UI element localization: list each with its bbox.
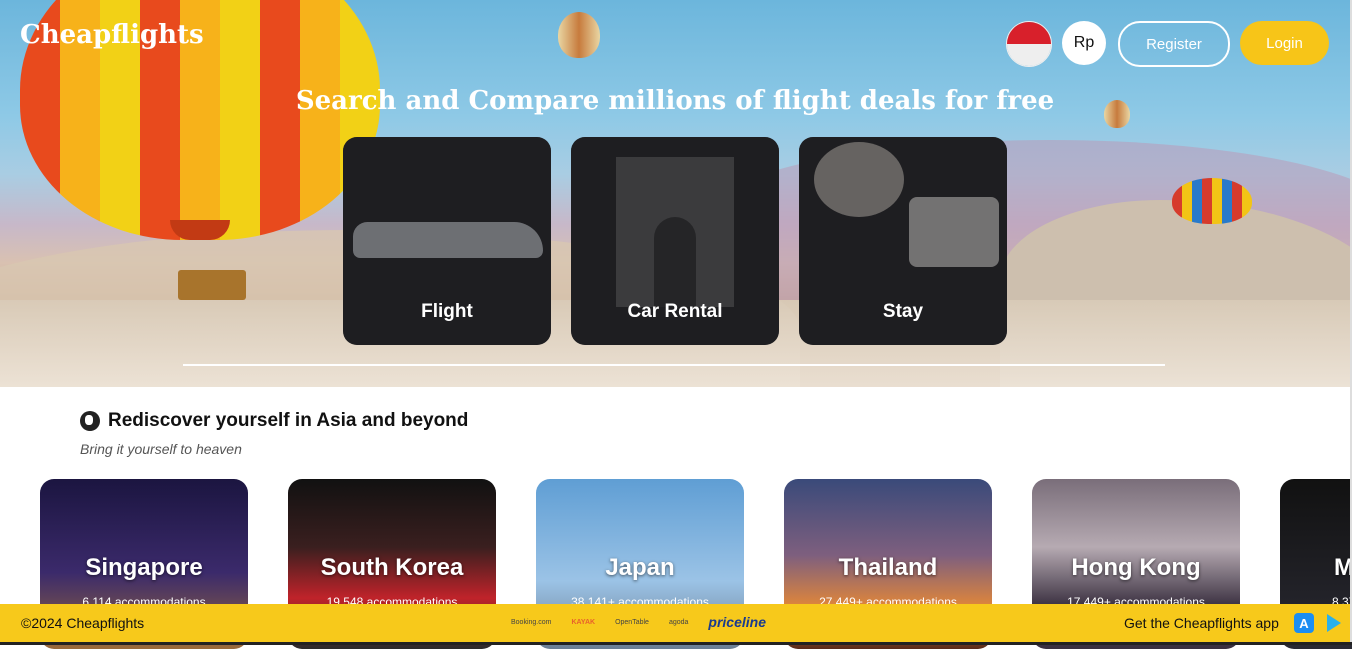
destination-name: Hong Kong	[1071, 554, 1201, 581]
category-card-car-rental[interactable]: Car Rental	[571, 137, 779, 345]
register-button[interactable]: Register	[1118, 21, 1230, 67]
language-flag-button[interactable]	[1006, 21, 1052, 67]
destination-name: South Korea	[320, 554, 464, 581]
partner-logo-booking: Booking.com	[511, 618, 552, 626]
login-button[interactable]: Login	[1240, 21, 1329, 65]
section-title: Rediscover yourself in Asia and beyond	[80, 410, 468, 432]
destination-name: Japan	[605, 554, 675, 581]
category-card-flight[interactable]: Flight	[343, 137, 551, 345]
app-download-text: Get the Cheapflights app	[1124, 615, 1279, 631]
partner-logos: Booking.com KAYAK OpenTable agoda pricel…	[511, 614, 766, 630]
balloon-basket	[178, 270, 246, 300]
partner-logo-opentable: OpenTable	[615, 618, 649, 626]
brand-logo[interactable]: Cheapflights	[20, 20, 204, 50]
hero-banner: Cheapflights Rp Register Login Search an…	[0, 0, 1350, 387]
category-label: Flight	[421, 301, 473, 322]
app-store-icon[interactable]: A	[1294, 613, 1314, 633]
small-balloon-image	[1172, 178, 1252, 224]
google-play-icon[interactable]	[1327, 614, 1341, 632]
hero-headline: Search and Compare millions of flight de…	[295, 86, 1055, 116]
globe-icon	[80, 411, 100, 431]
category-label: Car Rental	[627, 301, 723, 322]
currency-button[interactable]: Rp	[1062, 21, 1106, 65]
partner-logo-agoda: agoda	[668, 618, 689, 626]
destination-name: Singapore	[85, 554, 203, 581]
hero-divider-line	[183, 364, 1165, 366]
copyright-text: ©2024 Cheapflights	[21, 615, 145, 631]
category-card-stay[interactable]: Stay	[799, 137, 1007, 345]
destination-name: Thailand	[838, 554, 938, 581]
partner-logo-kayak: KAYAK	[571, 618, 596, 626]
partner-logo-priceline: priceline	[708, 614, 766, 630]
footer-bar: ©2024 Cheapflights Booking.com KAYAK Ope…	[0, 604, 1350, 642]
category-label: Stay	[882, 301, 924, 322]
small-balloon-image	[558, 12, 600, 58]
section-subtitle: Bring it yourself to heaven	[80, 441, 242, 457]
